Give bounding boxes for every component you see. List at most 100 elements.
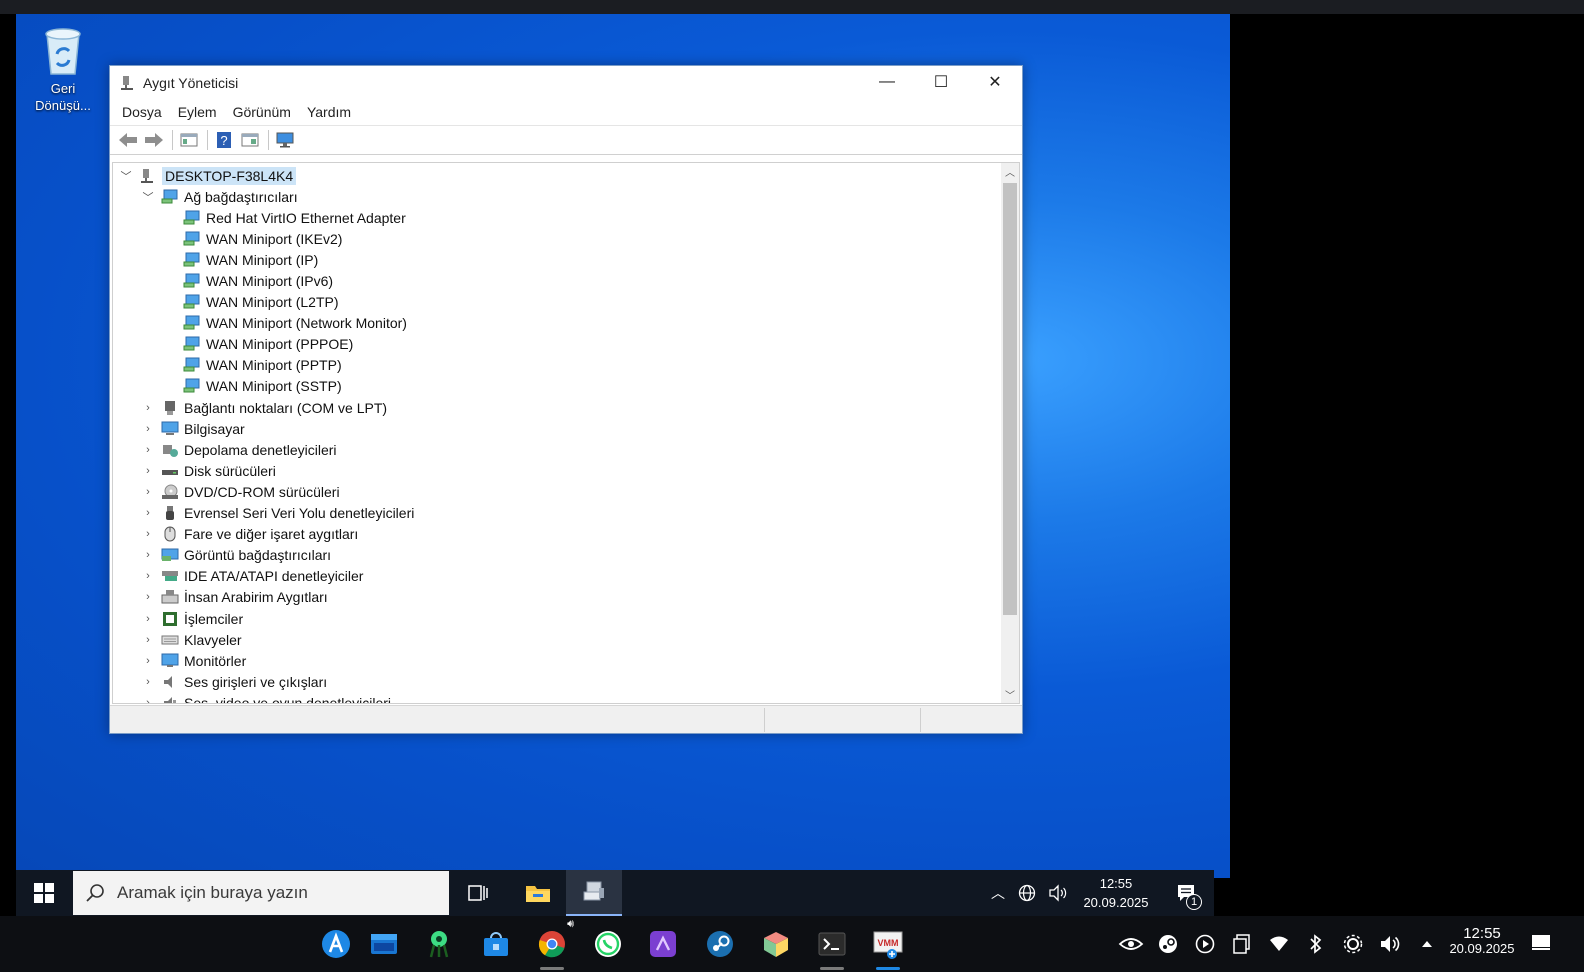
expand-chevron-icon[interactable]: › xyxy=(141,548,155,562)
host-clock[interactable]: 12:55 20.09.2025 xyxy=(1445,926,1519,956)
menu-dosya[interactable]: Dosya xyxy=(114,104,170,120)
host-store-button[interactable] xyxy=(476,924,516,964)
tree-category-item[interactable]: › Klavyeler xyxy=(113,629,1001,650)
tree-device-item[interactable]: WAN Miniport (IKEv2) xyxy=(113,228,1001,249)
expand-chevron-icon[interactable]: › xyxy=(141,569,155,583)
brightness-icon[interactable] xyxy=(1334,934,1371,954)
host-app-green-button[interactable] xyxy=(419,924,459,964)
wifi-icon[interactable] xyxy=(1260,936,1297,952)
host-clock-time: 12:55 xyxy=(1463,925,1501,942)
collapse-chevron-icon[interactable]: ﹀ xyxy=(119,169,133,183)
forward-button[interactable] xyxy=(142,129,166,151)
help-button[interactable]: ? xyxy=(212,129,236,151)
tree-category-item[interactable]: › Evrensel Seri Veri Yolu denetleyicileri xyxy=(113,503,1001,524)
tree-category-item[interactable]: › Bilgisayar xyxy=(113,418,1001,439)
tree-category-item[interactable]: › Fare ve diğer işaret aygıtları xyxy=(113,524,1001,545)
tree-category-item[interactable]: › Monitörler xyxy=(113,650,1001,671)
tree-category-item[interactable]: › Disk sürücüleri xyxy=(113,460,1001,481)
tree-category-item[interactable]: › Görüntü bağdaştırıcıları xyxy=(113,545,1001,566)
file-explorer-taskbar-button[interactable] xyxy=(510,870,566,916)
maximize-button[interactable]: ☐ xyxy=(914,66,968,98)
tree-device-item[interactable]: WAN Miniport (PPPOE) xyxy=(113,334,1001,355)
expand-chevron-icon[interactable]: › xyxy=(141,654,155,668)
tree-category-network[interactable]: ﹀ Ağ bağdaştırıcıları xyxy=(113,186,1001,207)
tree-category-item[interactable]: › İşlemciler xyxy=(113,608,1001,629)
tree-category-item[interactable]: › Depolama denetleyicileri xyxy=(113,439,1001,460)
taskbar-search[interactable]: Aramak için buraya yazın xyxy=(73,871,449,915)
menu-yardim[interactable]: Yardım xyxy=(299,104,359,120)
host-cube-app-button[interactable] xyxy=(756,924,796,964)
tree-device-item[interactable]: WAN Miniport (Network Monitor) xyxy=(113,313,1001,334)
host-chrome-button[interactable]: 🔊︎ xyxy=(532,918,574,970)
steam-tray-icon[interactable] xyxy=(1149,934,1186,954)
tree-device-item[interactable]: WAN Miniport (IP) xyxy=(113,249,1001,270)
tree-category-item[interactable]: › Ses girişleri ve çıkışları xyxy=(113,671,1001,692)
volume-icon[interactable] xyxy=(1371,934,1408,954)
expand-chevron-icon[interactable]: › xyxy=(141,443,155,457)
scroll-thumb[interactable] xyxy=(1003,183,1017,615)
host-files-button[interactable] xyxy=(364,924,404,964)
host-clock-date: 20.09.2025 xyxy=(1449,941,1515,956)
tree-root[interactable]: ﹀ DESKTOP-F38L4K4 xyxy=(113,165,1001,186)
window-controls: — ☐ ✕ xyxy=(860,66,1022,98)
host-notifications-button[interactable] xyxy=(1530,932,1552,957)
scroll-up-arrow-icon[interactable]: ︿ xyxy=(1001,163,1019,180)
tree-category-item[interactable]: › Bağlantı noktaları (COM ve LPT) xyxy=(113,397,1001,418)
tree-category-item[interactable]: › Ses, video ve oyun denetleyicileri xyxy=(113,692,1001,703)
start-button[interactable] xyxy=(16,870,72,916)
expand-chevron-icon[interactable]: › xyxy=(141,401,155,415)
back-button[interactable] xyxy=(116,129,140,151)
expand-chevron-icon[interactable]: › xyxy=(141,485,155,499)
expand-chevron-icon[interactable]: › xyxy=(141,590,155,604)
host-app-launcher-button[interactable] xyxy=(316,924,356,964)
globe-network-icon[interactable] xyxy=(1018,884,1036,902)
expand-chevron-icon[interactable]: › xyxy=(141,422,155,436)
action-center-button[interactable]: 1 xyxy=(1158,870,1214,916)
tray-expand-arrow-icon[interactable] xyxy=(1408,940,1445,948)
tree-category-item[interactable]: › İnsan Arabirim Aygıtları xyxy=(113,587,1001,608)
category-label: Klavyeler xyxy=(184,631,242,648)
host-purple-app-button[interactable] xyxy=(643,924,683,964)
menu-gorunum[interactable]: Görünüm xyxy=(225,104,299,120)
expand-chevron-icon[interactable]: › xyxy=(141,506,155,520)
expand-chevron-icon[interactable]: › xyxy=(141,527,155,541)
host-terminal-button[interactable] xyxy=(812,924,852,970)
scroll-down-arrow-icon[interactable]: ﹀ xyxy=(1001,686,1019,703)
host-steam-button[interactable] xyxy=(700,924,740,964)
vm-clock[interactable]: 12:55 20.09.2025 xyxy=(1074,874,1158,912)
tree-category-item[interactable]: › IDE ATA/ATAPI denetleyiciler xyxy=(113,566,1001,587)
recycle-bin[interactable]: Geri Dönüşü... xyxy=(30,24,96,114)
tree-device-item[interactable]: WAN Miniport (PPTP) xyxy=(113,355,1001,376)
nvidia-icon[interactable] xyxy=(1112,935,1149,953)
tree-device-item[interactable]: WAN Miniport (IPv6) xyxy=(113,270,1001,291)
expand-chevron-icon[interactable]: › xyxy=(141,696,155,703)
tree-device-item[interactable]: Red Hat VirtIO Ethernet Adapter xyxy=(113,207,1001,228)
show-hidden-icons-chevron-icon[interactable]: ︿ xyxy=(984,883,1012,903)
volume-icon[interactable] xyxy=(1048,884,1068,902)
tree-category-item[interactable]: › DVD/CD-ROM sürücüleri xyxy=(113,481,1001,502)
device-manager-taskbar-button[interactable] xyxy=(566,870,622,916)
host-whatsapp-button[interactable] xyxy=(588,924,628,964)
device-manager-window[interactable]: Aygıt Yöneticisi — ☐ ✕ Dosya Eylem Görün… xyxy=(109,65,1023,734)
clipboard-icon[interactable] xyxy=(1223,934,1260,954)
vm-viewer-icon: VMM xyxy=(873,931,903,959)
host-virt-manager-button[interactable]: VMM xyxy=(868,924,908,970)
expand-chevron-icon[interactable]: › xyxy=(141,633,155,647)
collapse-chevron-icon[interactable]: ﹀ xyxy=(141,190,155,204)
properties-button[interactable] xyxy=(238,129,262,151)
device-tree-panel[interactable]: ﹀ DESKTOP-F38L4K4 ﹀ Ağ bağdaştırıcıları … xyxy=(112,162,1020,704)
tree-device-item[interactable]: WAN Miniport (SSTP) xyxy=(113,376,1001,397)
task-view-button[interactable] xyxy=(450,870,506,916)
bluetooth-icon[interactable] xyxy=(1297,934,1334,954)
minimize-button[interactable]: — xyxy=(860,66,914,98)
expand-chevron-icon[interactable]: › xyxy=(141,612,155,626)
scan-hardware-button[interactable] xyxy=(273,129,297,151)
menu-eylem[interactable]: Eylem xyxy=(170,104,225,120)
vertical-scrollbar[interactable]: ︿ ﹀ xyxy=(1001,163,1019,703)
close-button[interactable]: ✕ xyxy=(968,66,1022,98)
expand-chevron-icon[interactable]: › xyxy=(141,464,155,478)
tree-device-item[interactable]: WAN Miniport (L2TP) xyxy=(113,292,1001,313)
media-play-icon[interactable] xyxy=(1186,934,1223,954)
expand-chevron-icon[interactable]: › xyxy=(141,675,155,689)
show-hide-console-tree-button[interactable] xyxy=(177,129,201,151)
